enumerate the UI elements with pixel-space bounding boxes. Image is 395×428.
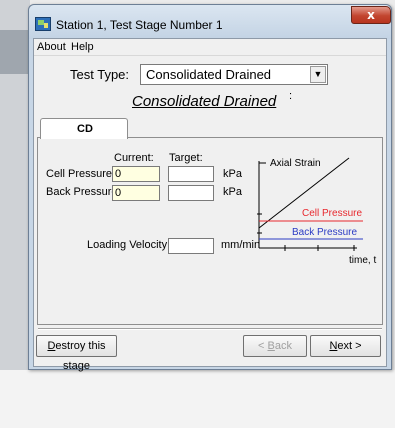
cell-pressure-label: Cell Pressure:: [46, 168, 116, 180]
back-pressure-label: Back Pressure:: [46, 186, 121, 198]
chevron-down-icon[interactable]: ▼: [310, 66, 326, 83]
close-icon: x: [367, 8, 375, 22]
tab-cd-label: CD: [77, 123, 93, 135]
app-icon: [35, 17, 51, 31]
loading-velocity-label: Loading Velocity:: [87, 239, 171, 251]
cell-pressure-unit: kPa: [223, 168, 242, 180]
back-pressure-current-field[interactable]: 0: [112, 185, 160, 201]
tab-cd[interactable]: CD: [40, 118, 128, 139]
background-window-panel: [0, 30, 30, 74]
current-column-label: Current:: [114, 152, 154, 164]
axial-strain-label: Axial Strain: [270, 158, 321, 169]
cell-pressure-legend: Cell Pressure: [302, 208, 362, 219]
dialog-window: Station 1, Test Stage Number 1 x About H…: [28, 4, 392, 372]
next-button[interactable]: Next >: [310, 335, 381, 357]
velocity-unit: mm/min: [221, 239, 261, 251]
loading-velocity-field[interactable]: [168, 238, 214, 254]
back-pressure-unit: kPa: [223, 186, 242, 198]
cell-pressure-current-value: 0: [115, 168, 122, 180]
button-divider: [38, 328, 382, 330]
close-button[interactable]: x: [351, 6, 391, 24]
cell-pressure-target-field[interactable]: [168, 166, 214, 182]
cell-pressure-current-field[interactable]: 0: [112, 166, 160, 182]
destroy-stage-button[interactable]: Destroy this stage: [36, 335, 117, 372]
test-type-label: Test Type:: [70, 67, 130, 82]
test-type-select[interactable]: Consolidated Drained ▼: [140, 64, 328, 85]
target-column-label: Target:: [169, 152, 203, 164]
stage-diagram: Axial Strain Cell Pressure Back Pressure: [257, 157, 363, 251]
back-label: ack: [274, 340, 292, 352]
menu-help[interactable]: Help: [71, 41, 94, 53]
back-pressure-legend: Back Pressure: [292, 227, 357, 238]
test-type-value: Consolidated Drained: [146, 67, 272, 82]
test-type-heading: Consolidated Drained: [132, 93, 277, 110]
back-arrow: <: [258, 340, 268, 352]
next-label: ext >: [337, 340, 362, 352]
desktop-background: [0, 370, 395, 428]
back-button[interactable]: < Back: [243, 335, 307, 357]
window-title: Station 1, Test Stage Number 1: [56, 18, 223, 32]
menu-about[interactable]: About: [37, 41, 66, 53]
back-pressure-current-value: 0: [115, 187, 122, 199]
title-bar: Station 1, Test Stage Number 1 x: [29, 5, 391, 39]
time-axis-label: time, t: [349, 255, 377, 266]
back-accesskey: B: [267, 340, 275, 352]
destroy-label: estroy this stage: [55, 340, 106, 372]
heading-colon: :: [289, 90, 293, 102]
client-area: About Help Test Type: Consolidated Drain…: [33, 38, 387, 372]
back-pressure-target-field[interactable]: [168, 185, 214, 201]
menu-bar: About Help: [34, 39, 386, 56]
